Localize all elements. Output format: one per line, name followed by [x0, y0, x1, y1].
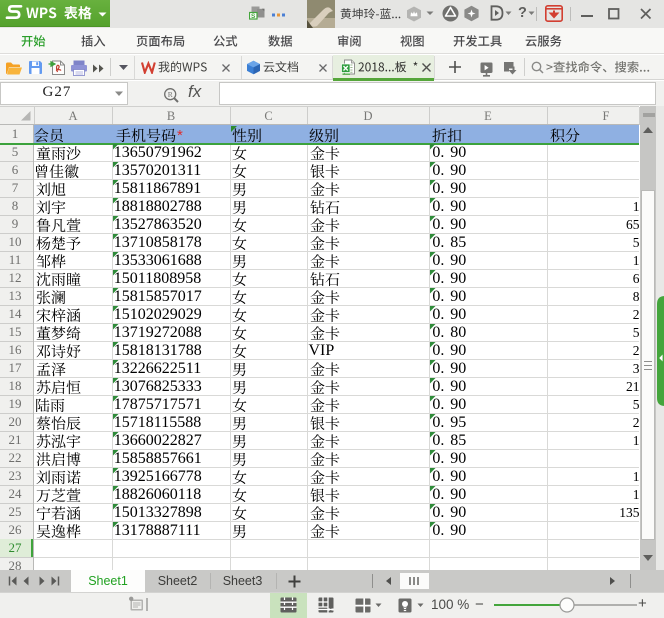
svg-text:R: R [167, 90, 172, 99]
svg-text:S: S [251, 13, 256, 20]
